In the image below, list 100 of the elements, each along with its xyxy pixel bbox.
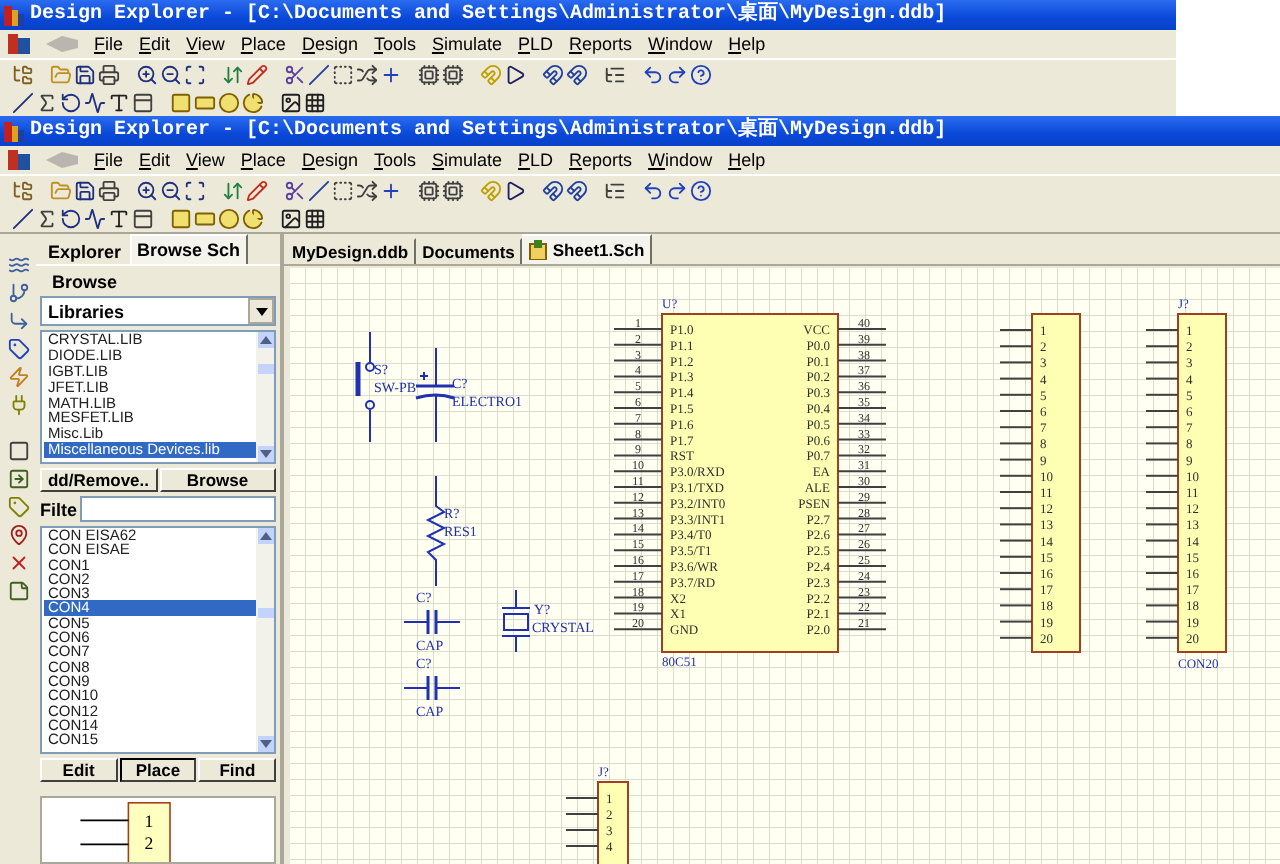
menu-item[interactable]: Help [728, 150, 766, 170]
text-icon[interactable] [108, 207, 130, 229]
junction-icon[interactable] [7, 524, 29, 546]
push-button-switch-symbol[interactable] [355, 331, 375, 443]
menu-item[interactable]: Simulate [431, 34, 502, 54]
menu-item[interactable]: Place [240, 34, 286, 54]
save-icon[interactable] [74, 63, 96, 85]
help-icon[interactable] [690, 179, 712, 201]
ellipse-icon[interactable] [218, 91, 240, 113]
list-icon[interactable] [604, 63, 626, 85]
scroll-up-icon[interactable] [259, 336, 271, 344]
menu-item[interactable]: Design [301, 150, 358, 170]
microcontroller-symbol[interactable] [613, 313, 887, 653]
net-label-icon[interactable] [7, 338, 29, 360]
list-icon[interactable] [604, 179, 626, 201]
text-frame-icon[interactable] [132, 207, 154, 229]
menu-item[interactable]: Place [240, 150, 286, 170]
electrolytic-capacitor-symbol[interactable] [415, 347, 455, 443]
rounded-rectangle-icon[interactable] [194, 91, 216, 113]
array-icon[interactable] [304, 91, 326, 113]
scroll-down-icon[interactable] [259, 740, 271, 748]
menu-item[interactable]: Simulate [431, 150, 502, 170]
printer-icon[interactable] [98, 179, 120, 201]
scroll-thumb[interactable] [257, 364, 273, 374]
capacitor-symbol[interactable] [403, 676, 461, 700]
panel-tab[interactable]: Browse Sch [129, 234, 249, 264]
menu-item[interactable]: Edit [139, 150, 171, 170]
curve-icon[interactable] [84, 91, 106, 113]
text-frame-icon[interactable] [132, 91, 154, 113]
scrollbar[interactable] [256, 332, 274, 462]
line-icon[interactable] [308, 63, 330, 85]
magnet-icon[interactable] [542, 179, 564, 201]
chip-icon[interactable] [442, 63, 464, 85]
zoom-fit-icon[interactable] [184, 63, 206, 85]
line-icon[interactable] [12, 207, 34, 229]
scissors-icon[interactable] [284, 179, 306, 201]
menu-item[interactable]: Help [728, 34, 766, 54]
chip-icon[interactable] [442, 179, 464, 201]
rounded-rectangle-icon[interactable] [194, 207, 216, 229]
bus-entry-icon[interactable] [7, 282, 29, 304]
menu-item[interactable]: File [94, 34, 124, 54]
shuffle-icon[interactable] [356, 179, 378, 201]
scrollbar[interactable] [256, 528, 274, 752]
curve-icon[interactable] [84, 207, 106, 229]
pie-icon[interactable] [242, 91, 264, 113]
menu-item[interactable]: Design [301, 34, 358, 54]
capacitor-symbol[interactable] [403, 610, 461, 634]
scroll-down-icon[interactable] [259, 450, 271, 458]
menu-item[interactable]: PLD [518, 34, 554, 54]
text-icon[interactable] [108, 91, 130, 113]
arc-icon[interactable] [60, 207, 82, 229]
menu-item[interactable]: Reports [569, 34, 633, 54]
rectangle-icon[interactable] [170, 207, 192, 229]
arrows-icon[interactable] [222, 63, 244, 85]
chip-icon[interactable] [418, 179, 440, 201]
cross-icon[interactable] [380, 63, 402, 85]
resistor-symbol[interactable] [425, 475, 447, 587]
pie-icon[interactable] [242, 207, 264, 229]
arc-icon[interactable] [60, 91, 82, 113]
zoom-out-icon[interactable] [160, 63, 182, 85]
polygon-icon[interactable] [36, 91, 58, 113]
zoom-fit-icon[interactable] [184, 179, 206, 201]
magnet-icon[interactable] [566, 63, 588, 85]
library-button[interactable]: dd/Remove.. [40, 468, 157, 492]
component-button[interactable]: Edit [40, 758, 118, 782]
redo-icon[interactable] [666, 179, 688, 201]
cross-icon[interactable] [380, 179, 402, 201]
sheet-symbol-icon[interactable] [7, 440, 29, 462]
pencil-icon[interactable] [246, 63, 268, 85]
sheet-entry-icon[interactable] [7, 468, 29, 490]
zoom-in-icon[interactable] [136, 179, 158, 201]
folder-tree-icon[interactable] [12, 63, 34, 85]
image-icon[interactable] [280, 207, 302, 229]
rectangle-icon[interactable] [170, 91, 192, 113]
undo-icon[interactable] [642, 63, 664, 85]
magnet-icon[interactable] [542, 63, 564, 85]
component-button[interactable]: Find [198, 758, 277, 782]
wire-icon[interactable] [7, 310, 29, 332]
no-connect-icon[interactable] [7, 552, 29, 574]
folder-tree-icon[interactable] [12, 179, 34, 201]
component-button[interactable]: Place [119, 758, 197, 782]
zoom-in-icon[interactable] [136, 63, 158, 85]
menu-item[interactable]: Window [648, 150, 713, 170]
menu-item[interactable]: View [186, 34, 225, 54]
pencil-icon[interactable] [246, 179, 268, 201]
scroll-thumb[interactable] [257, 607, 273, 617]
pointer-icon[interactable] [504, 179, 526, 201]
menu-item[interactable]: Tools [373, 34, 416, 54]
arrows-icon[interactable] [222, 179, 244, 201]
line-icon[interactable] [12, 91, 34, 113]
library-select[interactable]: Libraries [40, 296, 276, 326]
pointer-icon[interactable] [504, 63, 526, 85]
polygon-icon[interactable] [36, 207, 58, 229]
scroll-up-icon[interactable] [259, 532, 271, 540]
zoom-out-icon[interactable] [160, 179, 182, 201]
save-icon[interactable] [74, 179, 96, 201]
magnet-icon[interactable] [566, 179, 588, 201]
chip-icon[interactable] [418, 63, 440, 85]
note-icon[interactable] [7, 580, 29, 602]
selection-icon[interactable] [332, 179, 354, 201]
